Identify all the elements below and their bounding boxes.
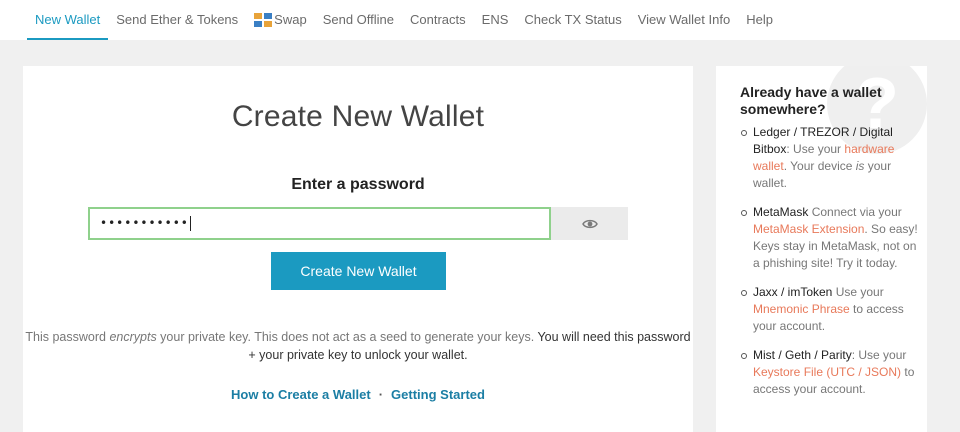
item-text: Connect via your xyxy=(808,205,902,219)
tab-label: Contracts xyxy=(410,12,466,27)
password-label: Enter a password xyxy=(291,176,425,193)
notice-text: your private key. This does not act as a… xyxy=(156,330,538,344)
how-to-create-wallet-link[interactable]: How to Create a Wallet xyxy=(231,387,371,402)
create-new-wallet-button[interactable]: Create New Wallet xyxy=(271,252,446,290)
tab-new-wallet[interactable]: New Wallet xyxy=(27,0,109,40)
mnemonic-phrase-link[interactable]: Mnemonic Phrase xyxy=(753,302,850,316)
sidebar-panel: ? Already have a wallet somewhere? Ledge… xyxy=(716,66,927,432)
notice-emphasis: encrypts xyxy=(109,330,157,344)
show-password-button[interactable] xyxy=(551,207,628,240)
item-name: MetaMask xyxy=(753,205,809,219)
keystore-file-link[interactable]: Keystore File (UTC / JSON) xyxy=(753,365,901,379)
tab-label: View Wallet Info xyxy=(637,12,731,27)
tab-send-ether-tokens[interactable]: Send Ether & Tokens xyxy=(108,0,246,40)
create-wallet-panel: Create New Wallet Enter a password •••••… xyxy=(23,66,693,432)
password-input[interactable]: ••••••••••• xyxy=(88,207,551,240)
help-links: How to Create a Wallet · Getting Started xyxy=(23,387,693,402)
tab-label: Send Ether & Tokens xyxy=(116,12,239,27)
getting-started-link[interactable]: Getting Started xyxy=(391,387,485,402)
top-nav: New Wallet Send Ether & Tokens Swap Send… xyxy=(0,0,960,40)
tab-check-tx-status[interactable]: Check TX Status xyxy=(516,0,629,40)
item-text: : Use your xyxy=(851,348,907,362)
tab-label: ENS xyxy=(481,12,509,27)
sidebar-title: Already have a wallet somewhere? xyxy=(740,84,882,117)
item-name: Jaxx / imToken xyxy=(753,285,833,299)
tab-label: Swap xyxy=(274,12,307,27)
password-value: ••••••••••• xyxy=(100,216,189,230)
item-text: Use your xyxy=(832,285,884,299)
tab-contracts[interactable]: Contracts xyxy=(402,0,474,40)
page-title: Create New Wallet xyxy=(231,100,485,133)
tab-label: Send Offline xyxy=(322,12,395,27)
notice-text: This password xyxy=(25,330,110,344)
tab-view-wallet-info[interactable]: View Wallet Info xyxy=(630,0,739,40)
password-notice: This password encrypts your private key.… xyxy=(23,328,693,364)
nav-tabs: New Wallet Send Ether & Tokens Swap Send… xyxy=(27,0,781,40)
tab-swap[interactable]: Swap xyxy=(246,0,315,40)
link-separator: · xyxy=(378,387,384,402)
eye-icon xyxy=(581,219,598,228)
list-item: Ledger / TREZOR / Digital Bitbox: Use yo… xyxy=(740,124,920,192)
tab-label: Help xyxy=(746,12,773,27)
item-name: Mist / Geth / Parity xyxy=(753,348,852,362)
metamask-extension-link[interactable]: MetaMask Extension xyxy=(753,222,864,236)
tab-label: Check TX Status xyxy=(524,12,622,27)
list-item: MetaMask Connect via your MetaMask Exten… xyxy=(740,204,920,272)
list-item: Mist / Geth / Parity: Use your Keystore … xyxy=(740,347,920,398)
item-text: . Your device xyxy=(783,159,856,173)
tab-label: New Wallet xyxy=(35,12,101,27)
tab-ens[interactable]: ENS xyxy=(474,0,517,40)
list-item: Jaxx / imToken Use your Mnemonic Phrase … xyxy=(740,284,920,335)
text-caret xyxy=(189,216,191,231)
tab-send-offline[interactable]: Send Offline xyxy=(315,0,402,40)
sidebar-list: Ledger / TREZOR / Digital Bitbox: Use yo… xyxy=(740,124,920,410)
tab-help[interactable]: Help xyxy=(738,0,781,40)
item-text: : Use your xyxy=(786,142,845,156)
swap-icon xyxy=(254,13,273,27)
